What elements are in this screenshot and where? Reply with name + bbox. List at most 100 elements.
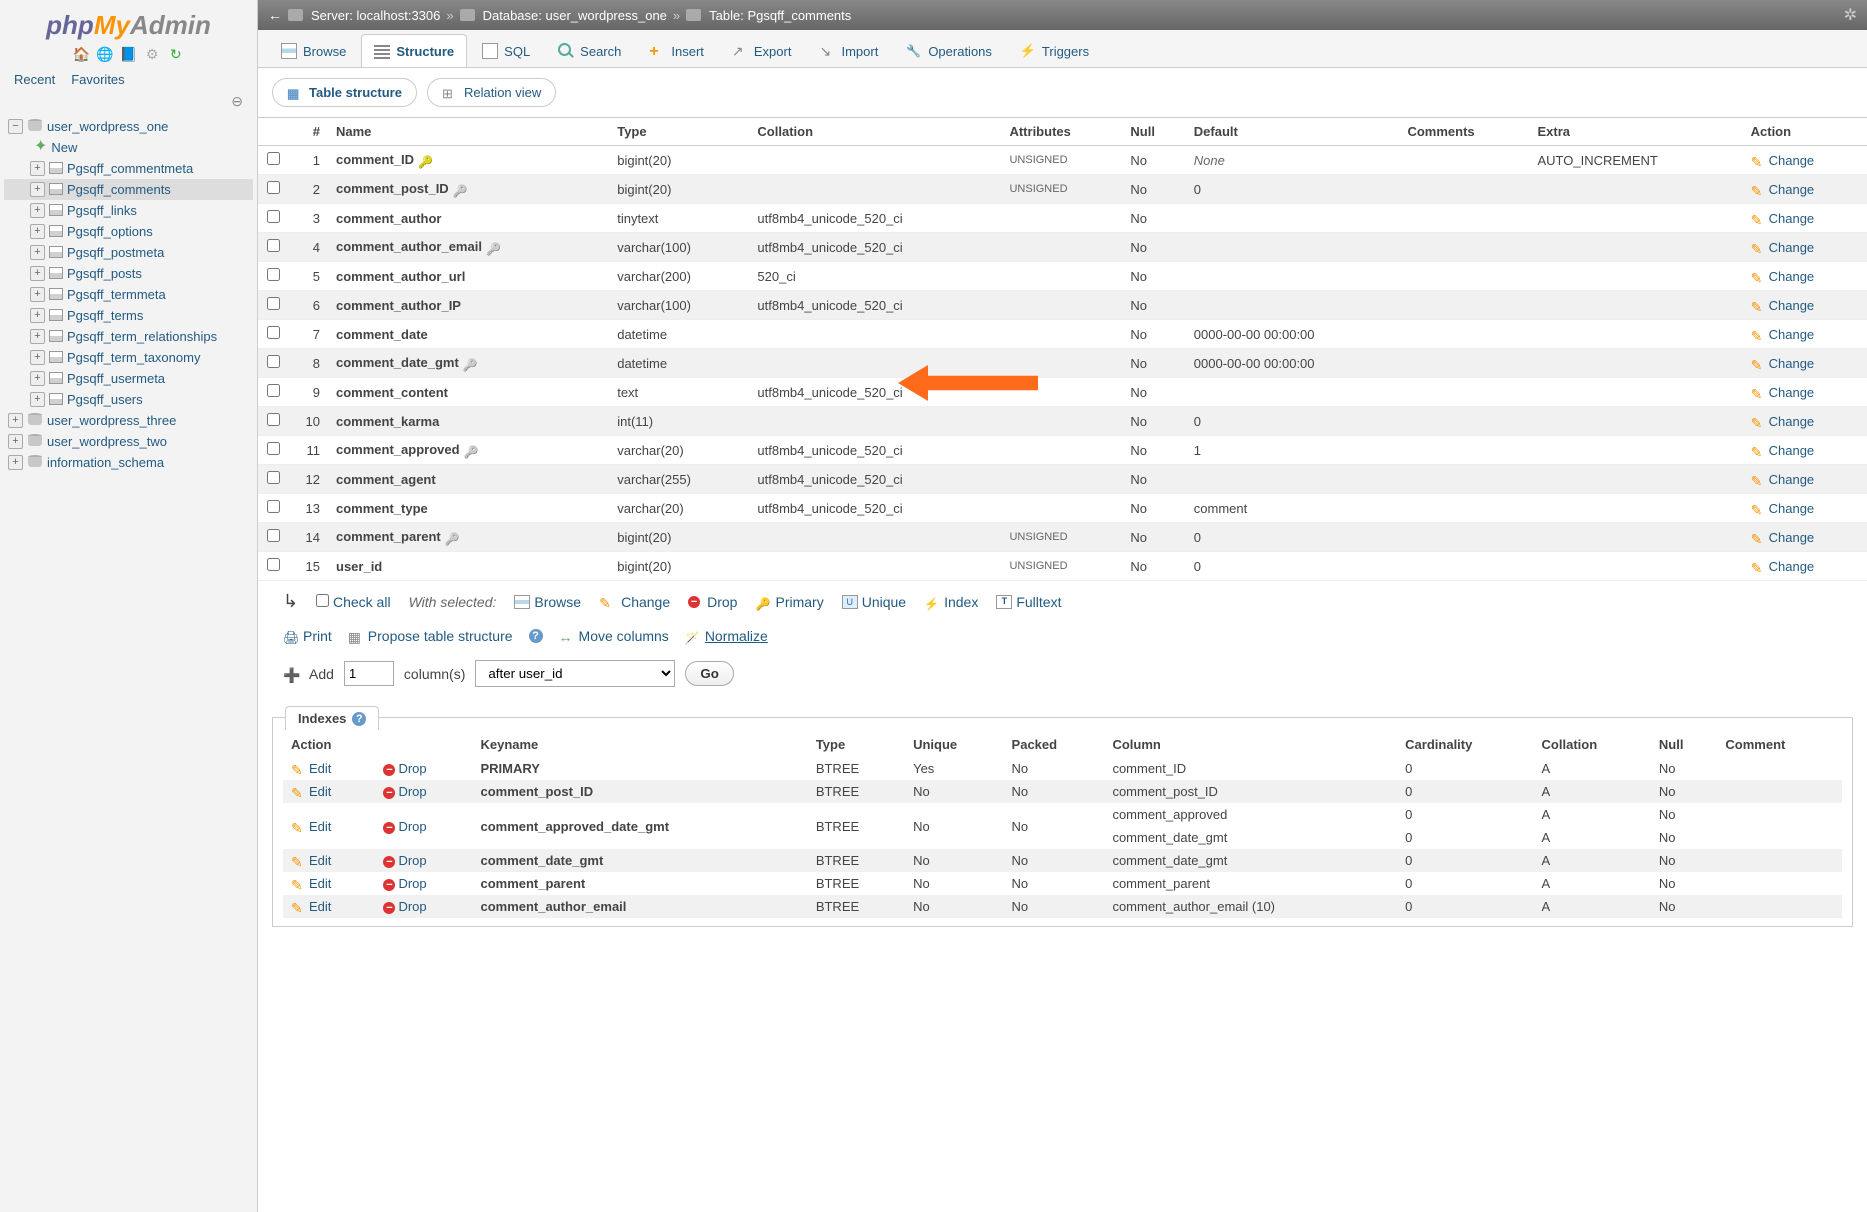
sel-drop[interactable]: −Drop xyxy=(688,594,737,610)
go-button[interactable]: Go xyxy=(685,661,734,686)
table-item[interactable]: Pgsqff_posts xyxy=(67,266,142,281)
table-item[interactable]: Pgsqff_termmeta xyxy=(67,287,166,302)
drop-index[interactable]: −Drop xyxy=(383,876,426,891)
tab-operations[interactable]: Operations xyxy=(893,34,1005,67)
expand-icon[interactable]: + xyxy=(30,329,45,344)
breadcrumb-database[interactable]: Database: user_wordpress_one xyxy=(483,8,667,23)
add-count-input[interactable] xyxy=(344,661,394,686)
row-checkbox[interactable] xyxy=(267,326,280,339)
tab-sql[interactable]: SQL xyxy=(469,34,543,67)
expand-icon[interactable]: + xyxy=(8,455,23,470)
new-table-link[interactable]: New xyxy=(51,140,77,155)
expand-icon[interactable]: + xyxy=(8,413,23,428)
sel-browse[interactable]: Browse xyxy=(514,594,581,610)
change-link[interactable]: Change xyxy=(1751,182,1815,197)
docs-icon[interactable]: 📘 xyxy=(120,46,138,62)
check-all[interactable]: Check all xyxy=(316,594,390,610)
collapse-icon[interactable]: ⊖ xyxy=(4,93,253,116)
help-icon[interactable]: ? xyxy=(529,629,543,643)
table-item[interactable]: Pgsqff_comments xyxy=(67,182,171,197)
breadcrumb-server[interactable]: Server: localhost:3306 xyxy=(311,8,440,23)
home-icon[interactable]: 🏠 xyxy=(72,46,90,62)
print-link[interactable]: Print xyxy=(283,628,332,644)
table-item[interactable]: Pgsqff_users xyxy=(67,392,143,407)
sel-fulltext[interactable]: TFulltext xyxy=(996,594,1061,610)
row-checkbox[interactable] xyxy=(267,413,280,426)
tab-triggers[interactable]: Triggers xyxy=(1007,34,1102,67)
row-checkbox[interactable] xyxy=(267,442,280,455)
change-link[interactable]: Change xyxy=(1751,240,1815,255)
edit-index[interactable]: Edit xyxy=(291,784,331,799)
tab-insert[interactable]: Insert xyxy=(636,34,717,67)
subtab-relation-view[interactable]: Relation view xyxy=(427,78,556,107)
table-item[interactable]: Pgsqff_options xyxy=(67,224,153,239)
table-item[interactable]: Pgsqff_term_taxonomy xyxy=(67,350,200,365)
db-item[interactable]: user_wordpress_two xyxy=(47,434,167,449)
change-link[interactable]: Change xyxy=(1751,443,1815,458)
row-checkbox[interactable] xyxy=(267,268,280,281)
edit-index[interactable]: Edit xyxy=(291,876,331,891)
change-link[interactable]: Change xyxy=(1751,298,1815,313)
row-checkbox[interactable] xyxy=(267,500,280,513)
drop-index[interactable]: −Drop xyxy=(383,853,426,868)
change-link[interactable]: Change xyxy=(1751,211,1815,226)
edit-index[interactable]: Edit xyxy=(291,899,331,914)
change-link[interactable]: Change xyxy=(1751,559,1815,574)
sel-unique[interactable]: UUnique xyxy=(842,594,906,610)
settings-icon[interactable]: ⚙ xyxy=(143,46,161,62)
expand-icon[interactable]: + xyxy=(30,203,45,218)
table-item[interactable]: Pgsqff_usermeta xyxy=(67,371,165,386)
expand-icon[interactable]: + xyxy=(30,224,45,239)
row-checkbox[interactable] xyxy=(267,471,280,484)
add-position-select[interactable]: after user_id xyxy=(475,660,675,687)
drop-index[interactable]: −Drop xyxy=(383,819,426,834)
table-item[interactable]: Pgsqff_links xyxy=(67,203,137,218)
expand-icon[interactable]: + xyxy=(30,245,45,260)
change-link[interactable]: Change xyxy=(1751,356,1815,371)
logo[interactable]: phpMyAdmin xyxy=(4,4,253,43)
collapse-icon[interactable]: − xyxy=(8,119,23,134)
change-link[interactable]: Change xyxy=(1751,501,1815,516)
db-item[interactable]: information_schema xyxy=(47,455,164,470)
row-checkbox[interactable] xyxy=(267,297,280,310)
table-item[interactable]: Pgsqff_commentmeta xyxy=(67,161,193,176)
change-link[interactable]: Change xyxy=(1751,153,1815,168)
row-checkbox[interactable] xyxy=(267,355,280,368)
tab-import[interactable]: Import xyxy=(806,34,891,67)
normalize-link[interactable]: Normalize xyxy=(685,628,768,644)
change-link[interactable]: Change xyxy=(1751,530,1815,545)
expand-icon[interactable]: + xyxy=(8,434,23,449)
reload-icon[interactable]: ↻ xyxy=(167,46,185,62)
expand-icon[interactable]: + xyxy=(30,266,45,281)
breadcrumb-table[interactable]: Table: Pgsqff_comments xyxy=(709,8,851,23)
page-settings-icon[interactable]: ✲ xyxy=(1844,5,1857,25)
db-item[interactable]: user_wordpress_one xyxy=(47,119,168,134)
change-link[interactable]: Change xyxy=(1751,472,1815,487)
expand-icon[interactable]: + xyxy=(30,161,45,176)
sel-change[interactable]: Change xyxy=(599,594,670,610)
drop-index[interactable]: −Drop xyxy=(383,761,426,776)
tab-browse[interactable]: Browse xyxy=(268,34,359,67)
db-item[interactable]: user_wordpress_three xyxy=(47,413,176,428)
help-icon[interactable]: ? xyxy=(352,712,366,726)
row-checkbox[interactable] xyxy=(267,239,280,252)
back-icon[interactable]: ← xyxy=(268,7,282,23)
edit-index[interactable]: Edit xyxy=(291,819,331,834)
subtab-table-structure[interactable]: Table structure xyxy=(272,78,417,107)
propose-link[interactable]: Propose table structure xyxy=(348,628,513,644)
tab-search[interactable]: Search xyxy=(545,34,634,67)
move-columns-link[interactable]: Move columns xyxy=(559,628,669,644)
table-item[interactable]: Pgsqff_terms xyxy=(67,308,143,323)
edit-index[interactable]: Edit xyxy=(291,853,331,868)
change-link[interactable]: Change xyxy=(1751,269,1815,284)
change-link[interactable]: Change xyxy=(1751,385,1815,400)
row-checkbox[interactable] xyxy=(267,210,280,223)
row-checkbox[interactable] xyxy=(267,152,280,165)
edit-index[interactable]: Edit xyxy=(291,761,331,776)
change-link[interactable]: Change xyxy=(1751,327,1815,342)
table-item[interactable]: Pgsqff_term_relationships xyxy=(67,329,217,344)
row-checkbox[interactable] xyxy=(267,558,280,571)
expand-icon[interactable]: + xyxy=(30,182,45,197)
sel-index[interactable]: Index xyxy=(924,594,978,610)
tab-export[interactable]: Export xyxy=(719,34,805,67)
